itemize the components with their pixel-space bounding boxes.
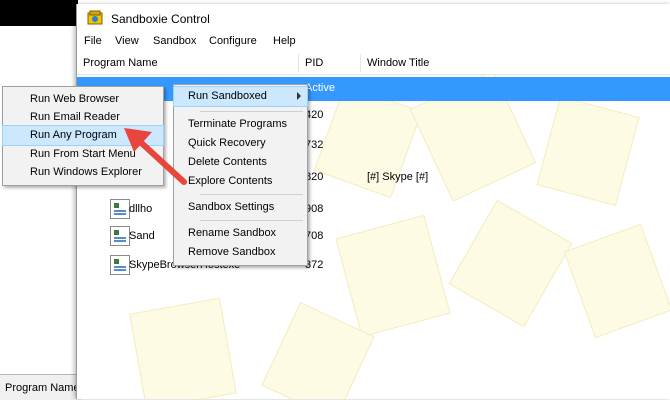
menu-item-run-sandboxed[interactable]: Run Sandboxed	[173, 86, 308, 107]
table-row[interactable]: SkypeBrowserHostexe 372	[77, 253, 670, 279]
column-window-title[interactable]: Window Title	[367, 57, 429, 69]
column-divider[interactable]	[298, 54, 299, 72]
menu-item-label: Delete Contents	[188, 156, 267, 168]
program-icon	[110, 255, 130, 275]
row-name: dllho	[129, 203, 153, 215]
menu-item-remove-sandbox[interactable]: Remove Sandbox	[174, 243, 307, 262]
column-program-name[interactable]: Program Name	[83, 57, 158, 69]
menu-item-label: Run Email Reader	[30, 111, 120, 123]
menu-item-label: Run Web Browser	[30, 93, 120, 105]
menu-bar: File View Sandbox Configure Help	[77, 32, 670, 52]
sandboxie-control-window: Sandboxie Control File View Sandbox Conf…	[76, 4, 670, 399]
menu-configure[interactable]: Configure	[207, 35, 259, 47]
menu-item-explore-contents[interactable]: Explore Contents	[174, 172, 307, 191]
watermark-tile	[129, 297, 237, 399]
menu-item-label: Remove Sandbox	[188, 246, 276, 258]
row-pid: Active	[305, 82, 335, 94]
column-divider[interactable]	[360, 54, 361, 72]
menu-item-label: Terminate Programs	[188, 118, 288, 130]
submenu-item-run-web-browser[interactable]: Run Web Browser	[3, 90, 163, 109]
program-icon	[110, 199, 130, 219]
sandboxie-app-icon	[87, 10, 103, 25]
table-row[interactable]: dllho 908	[77, 197, 670, 223]
menu-item-quick-recovery[interactable]: Quick Recovery	[174, 134, 307, 153]
table-row-defaultbox[interactable]: Active	[77, 77, 670, 101]
submenu-arrow-icon	[297, 92, 301, 100]
background-window-header: Program Name	[0, 374, 82, 400]
menu-help[interactable]: Help	[271, 35, 298, 47]
table-row[interactable]: Sand 708	[77, 224, 670, 250]
menu-separator	[200, 111, 303, 112]
menu-item-delete-contents[interactable]: Delete Contents	[174, 153, 307, 172]
title-bar[interactable]: Sandboxie Control	[77, 4, 670, 32]
menu-item-label: Sandbox Settings	[188, 201, 275, 213]
program-icon	[110, 226, 130, 246]
annotation-arrow	[124, 128, 187, 185]
menu-item-sandbox-settings[interactable]: Sandbox Settings	[174, 198, 307, 217]
menu-item-label: Explore Contents	[188, 175, 273, 187]
menu-item-terminate-programs[interactable]: Terminate Programs	[174, 115, 307, 134]
menu-sandbox[interactable]: Sandbox	[151, 35, 198, 47]
sandbox-context-menu: Run Sandboxed Terminate Programs Quick R…	[173, 84, 308, 266]
menu-file[interactable]: File	[82, 35, 104, 47]
list-header: Program Name PID Window Title	[77, 52, 670, 75]
row-window-title: [#] Skype [#]	[367, 171, 429, 183]
menu-item-label: Quick Recovery	[188, 137, 266, 149]
menu-item-label: Rename Sandbox	[188, 227, 277, 239]
menu-item-label: Run Sandboxed	[188, 90, 267, 102]
menu-item-rename-sandbox[interactable]: Rename Sandbox	[174, 224, 307, 243]
column-pid[interactable]: PID	[305, 57, 323, 69]
menu-separator	[200, 194, 303, 195]
menu-separator	[200, 220, 303, 221]
window-title: Sandboxie Control	[111, 12, 210, 26]
background-dark-area	[0, 0, 78, 26]
background-column-header: Program Name	[5, 382, 80, 394]
row-name: Sand	[129, 230, 155, 242]
menu-view[interactable]: View	[113, 35, 141, 47]
menu-item-label: Run Any Program	[30, 129, 117, 141]
